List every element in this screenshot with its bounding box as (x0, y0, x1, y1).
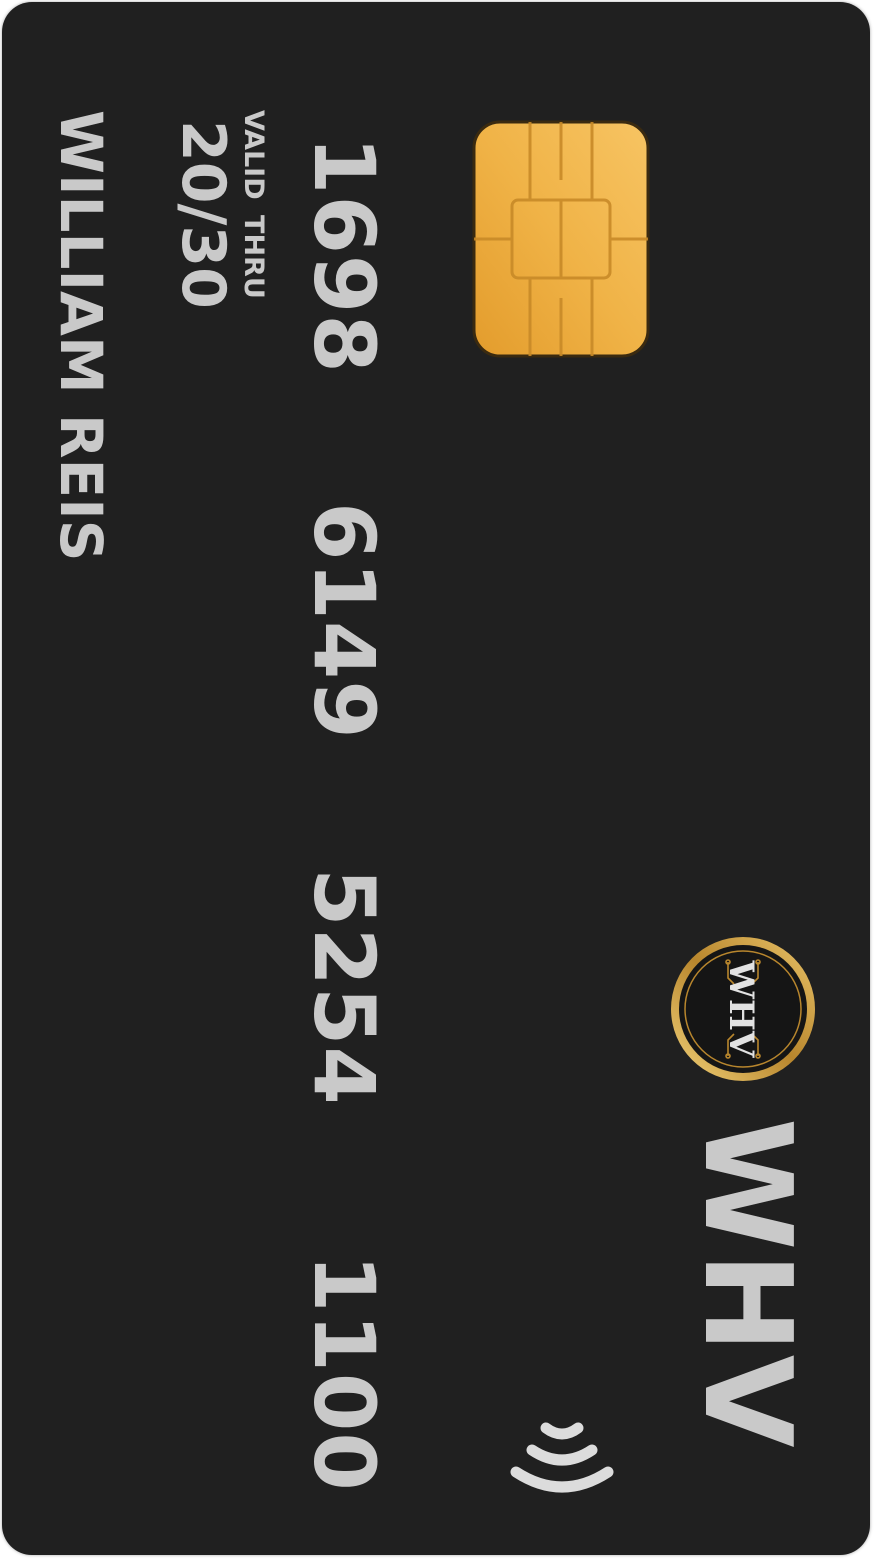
logo-monogram: WHV (721, 960, 761, 1058)
brand-name: WHV (677, 1118, 816, 1450)
expiry-date: 20/30 (168, 120, 238, 309)
valid-thru-label: VALID THRU (238, 110, 269, 299)
contactless-icon (510, 1422, 614, 1493)
cardholder-name: WILLIAM REIS (47, 110, 115, 562)
card-face: 1698 6149 5254 1100 VALID THRU 20/30 WIL… (2, 2, 870, 1555)
payment-card: 1698 6149 5254 1100 VALID THRU 20/30 WIL… (2, 2, 870, 1555)
card-number-group-2: 6149 (295, 502, 393, 740)
card-number-group-3: 5254 (295, 868, 393, 1106)
card-number-group-4: 1100 (295, 1254, 393, 1492)
emv-chip-icon (472, 120, 650, 358)
card-number-group-1: 1698 (295, 136, 393, 374)
card-number: 1698 6149 5254 1100 (294, 2, 394, 1555)
whv-seal-logo: WHV (671, 937, 815, 1081)
